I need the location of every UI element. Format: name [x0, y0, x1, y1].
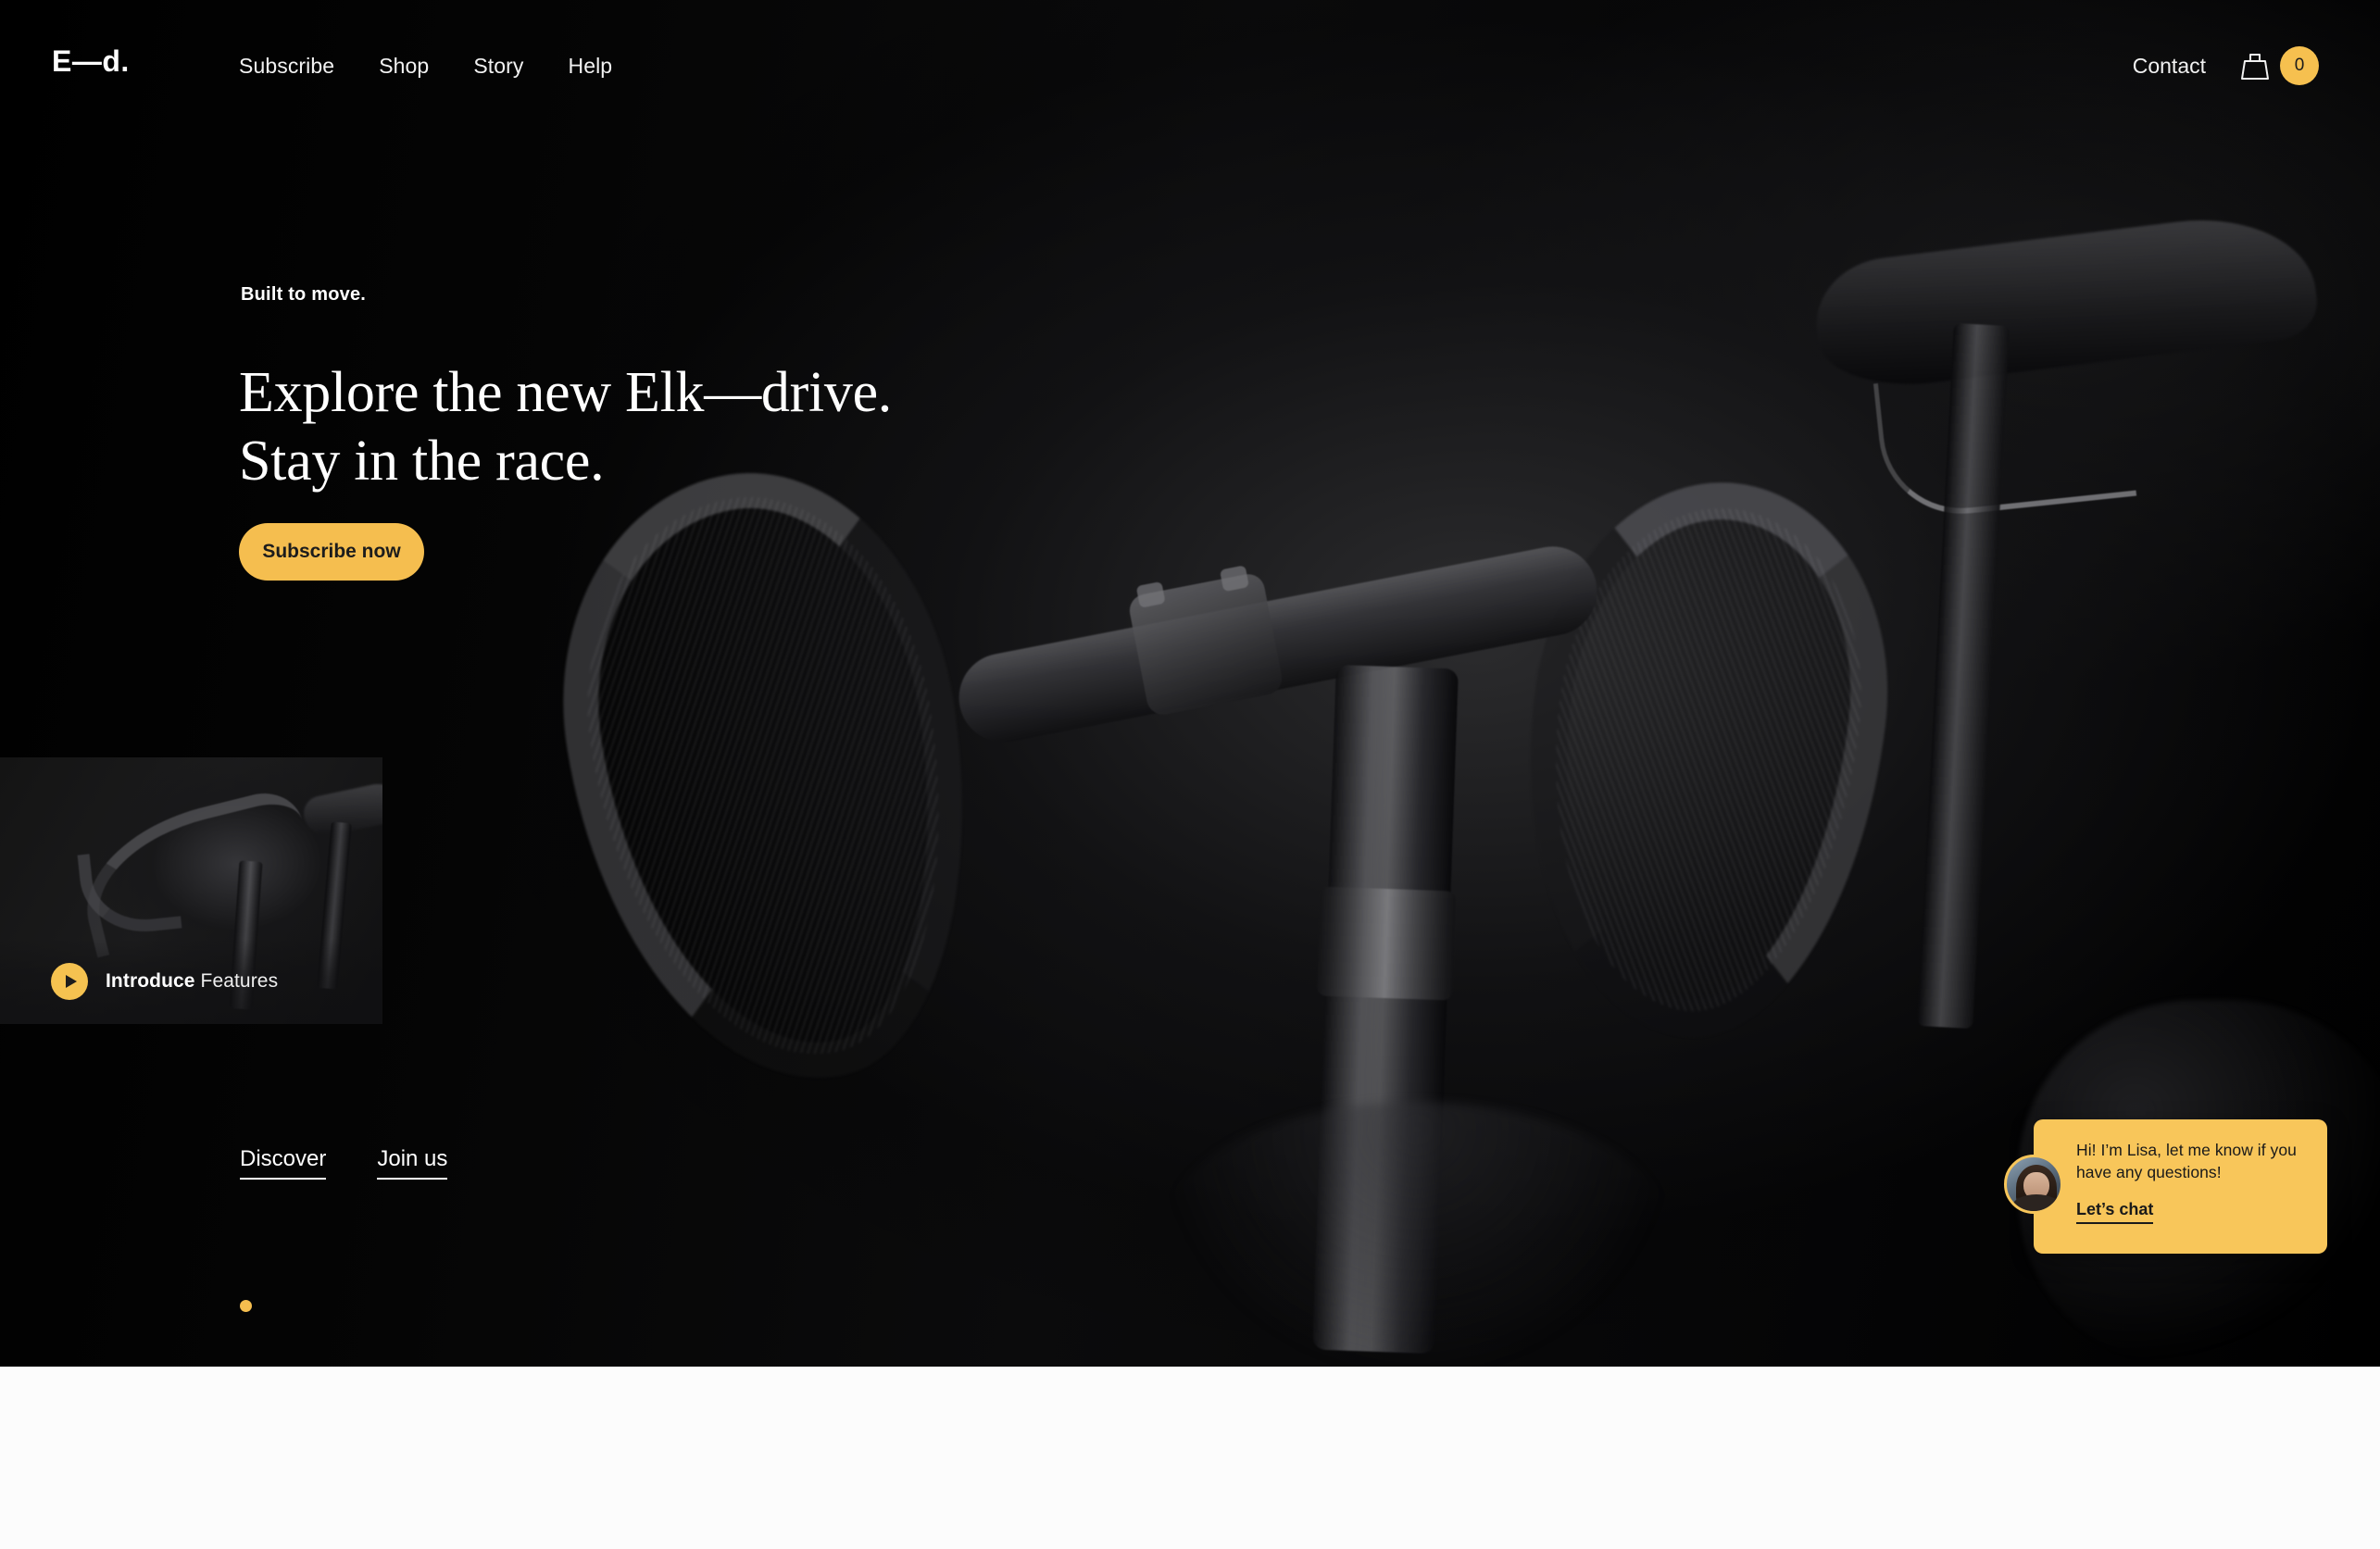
introduce-features-video-card[interactable]: Introduce Features: [0, 757, 382, 1024]
nav-item-shop[interactable]: Shop: [379, 54, 429, 79]
primary-nav: Subscribe Shop Story Help: [239, 54, 612, 79]
subscribe-now-button[interactable]: Subscribe now: [239, 523, 424, 581]
press-logos-section: Talked about and seen in: ebay Google: [0, 1367, 2380, 1549]
nav-item-subscribe[interactable]: Subscribe: [239, 54, 334, 79]
lets-chat-link[interactable]: Let’s chat: [2076, 1200, 2154, 1224]
shopping-bag-icon: [2241, 54, 2269, 80]
brand-logo[interactable]: E—d.: [52, 46, 130, 76]
hero-section: E—d. Subscribe Shop Story Help Contact 0: [0, 0, 2380, 1367]
carousel-dot-1[interactable]: [240, 1300, 252, 1312]
site-header: E—d. Subscribe Shop Story Help Contact 0: [0, 0, 2380, 109]
video-card-label: Introduce Features: [106, 970, 278, 993]
contact-link[interactable]: Contact: [2133, 54, 2206, 79]
join-us-link[interactable]: Join us: [377, 1146, 448, 1180]
carousel-indicators: [240, 1300, 252, 1312]
chat-message: Hi! I’m Lisa, let me know if you have an…: [2076, 1141, 2297, 1181]
play-icon[interactable]: [51, 963, 88, 1000]
video-label-regular: Features: [194, 970, 279, 992]
avatar: [2004, 1155, 2063, 1214]
hero-sub-links: Discover Join us: [240, 1146, 448, 1180]
hero-eyebrow: Built to move.: [241, 284, 367, 305]
nav-item-help[interactable]: Help: [569, 54, 613, 79]
header-actions: Contact 0: [2133, 46, 2319, 85]
cart-button[interactable]: 0: [2239, 46, 2319, 85]
nav-item-story[interactable]: Story: [473, 54, 523, 79]
chat-widget[interactable]: Hi! I’m Lisa, let me know if you have an…: [2004, 1119, 2327, 1254]
video-label-strong: Introduce: [106, 970, 195, 992]
landing-page: E—d. Subscribe Shop Story Help Contact 0: [0, 0, 2380, 1549]
discover-link[interactable]: Discover: [240, 1146, 327, 1180]
cart-count-badge: 0: [2280, 46, 2319, 85]
video-card-footer: Introduce Features: [0, 939, 382, 1024]
hero-headline: Explore the new Elk—drive. Stay in the r…: [239, 361, 892, 493]
